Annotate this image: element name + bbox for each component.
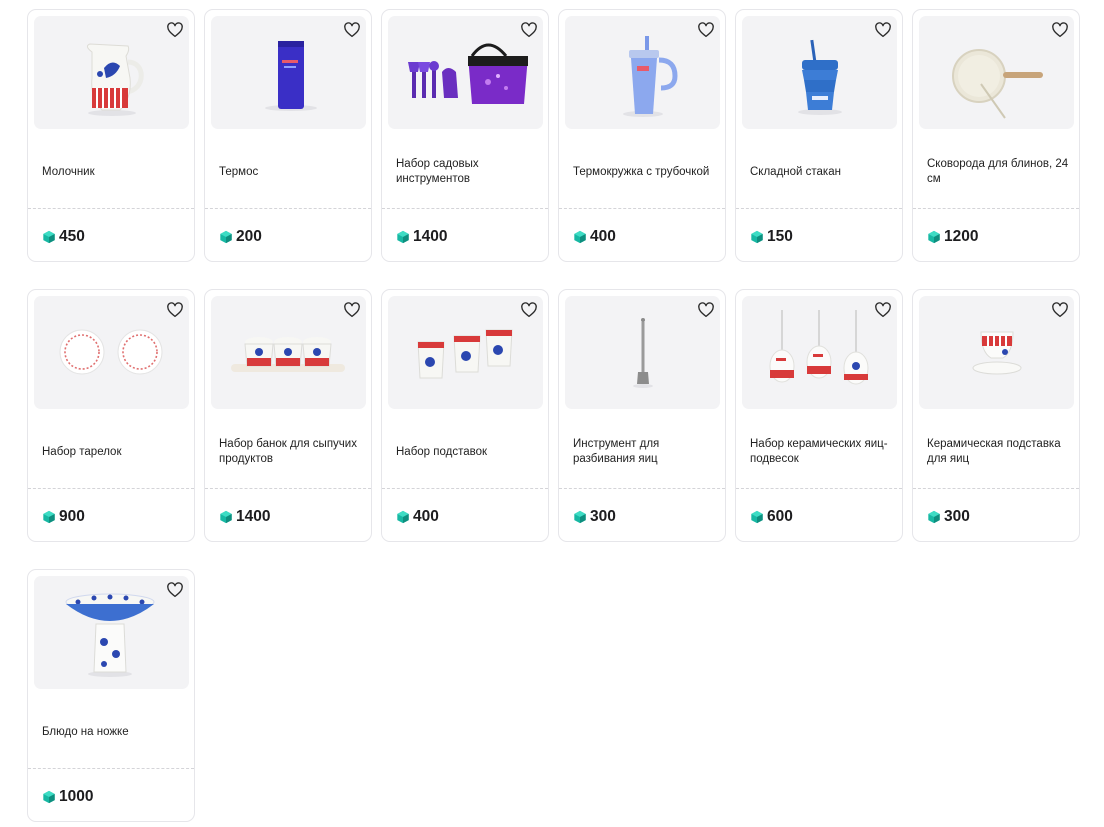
favorite-heart-icon[interactable] bbox=[874, 301, 892, 319]
favorite-heart-icon[interactable] bbox=[166, 21, 184, 39]
price-value: 1200 bbox=[944, 228, 979, 245]
product-card[interactable]: Набор банок для сыпучих продуктов 1400 bbox=[204, 289, 372, 542]
product-name: Набор банок для сыпучих продуктов bbox=[219, 438, 357, 465]
divider bbox=[913, 208, 1079, 209]
price-value: 200 bbox=[236, 228, 262, 245]
product-price: 900 bbox=[42, 508, 85, 526]
divider bbox=[382, 488, 548, 489]
favorite-heart-icon[interactable] bbox=[1051, 21, 1069, 39]
favorite-heart-icon[interactable] bbox=[520, 21, 538, 39]
divider bbox=[913, 488, 1079, 489]
product-card[interactable]: Набор садовых инструментов 1400 bbox=[381, 9, 549, 262]
product-card[interactable]: Сковорода для блинов, 24 см 1200 bbox=[912, 9, 1080, 262]
divider bbox=[559, 208, 725, 209]
product-name: Набор тарелок bbox=[42, 445, 122, 458]
price-value: 400 bbox=[590, 228, 616, 245]
gem-icon bbox=[928, 510, 940, 524]
favorite-heart-icon[interactable] bbox=[343, 301, 361, 319]
product-name: Блюдо на ножке bbox=[42, 725, 129, 738]
gem-icon bbox=[397, 230, 409, 244]
gem-icon bbox=[574, 230, 586, 244]
divider bbox=[205, 208, 371, 209]
divider bbox=[205, 488, 371, 489]
product-card[interactable]: Складной стакан 150 bbox=[735, 9, 903, 262]
product-name: Молочник bbox=[42, 165, 95, 178]
favorite-heart-icon[interactable] bbox=[1051, 301, 1069, 319]
divider bbox=[736, 208, 902, 209]
favorite-heart-icon[interactable] bbox=[166, 301, 184, 319]
favorite-heart-icon[interactable] bbox=[520, 301, 538, 319]
gem-icon bbox=[43, 510, 55, 524]
divider bbox=[736, 488, 902, 489]
divider bbox=[28, 488, 194, 489]
favorite-heart-icon[interactable] bbox=[697, 301, 715, 319]
gem-icon bbox=[751, 230, 763, 244]
product-name: Набор садовых инструментов bbox=[396, 158, 479, 185]
product-card[interactable]: Керамическая подставка для яиц 300 bbox=[912, 289, 1080, 542]
divider bbox=[382, 208, 548, 209]
divider bbox=[559, 488, 725, 489]
product-name: Инструмент для разбивания яиц bbox=[573, 438, 660, 465]
price-value: 300 bbox=[590, 508, 616, 525]
gem-icon bbox=[43, 790, 55, 804]
product-price: 600 bbox=[750, 508, 793, 526]
product-card[interactable]: Инструмент для разбивания яиц 300 bbox=[558, 289, 726, 542]
product-card[interactable]: Термокружка с трубочкой 400 bbox=[558, 9, 726, 262]
price-value: 400 bbox=[413, 508, 439, 525]
product-name: Складной стакан bbox=[750, 165, 841, 178]
product-price: 200 bbox=[219, 228, 262, 246]
favorite-heart-icon[interactable] bbox=[166, 581, 184, 599]
product-card[interactable]: Набор керамических яиц-подвесок 600 bbox=[735, 289, 903, 542]
product-grid: Молочник 450 Термос 200 Набор садовых ин… bbox=[27, 9, 1080, 822]
gem-icon bbox=[43, 230, 55, 244]
product-price: 1000 bbox=[42, 788, 93, 806]
product-price: 400 bbox=[396, 508, 439, 526]
divider bbox=[28, 208, 194, 209]
product-name: Набор подставок bbox=[396, 445, 488, 458]
price-value: 300 bbox=[944, 508, 970, 525]
product-name: Сковорода для блинов, 24 см bbox=[927, 158, 1069, 185]
product-name: Керамическая подставка для яиц bbox=[927, 438, 1061, 465]
price-value: 1400 bbox=[413, 228, 448, 245]
product-price: 300 bbox=[573, 508, 616, 526]
gem-icon bbox=[220, 510, 232, 524]
gem-icon bbox=[220, 230, 232, 244]
product-price: 450 bbox=[42, 228, 85, 246]
favorite-heart-icon[interactable] bbox=[874, 21, 892, 39]
product-name: Набор керамических яиц-подвесок bbox=[750, 438, 888, 465]
product-price: 150 bbox=[750, 228, 793, 246]
product-card[interactable]: Набор подставок 400 bbox=[381, 289, 549, 542]
divider bbox=[28, 768, 194, 769]
gem-icon bbox=[751, 510, 763, 524]
product-price: 400 bbox=[573, 228, 616, 246]
product-price: 1400 bbox=[219, 508, 270, 526]
product-card[interactable]: Термос 200 bbox=[204, 9, 372, 262]
product-name: Термокружка с трубочкой bbox=[573, 165, 710, 178]
favorite-heart-icon[interactable] bbox=[697, 21, 715, 39]
product-price: 300 bbox=[927, 508, 970, 526]
gem-icon bbox=[397, 510, 409, 524]
price-value: 900 bbox=[59, 508, 85, 525]
product-name: Термос bbox=[219, 165, 259, 178]
product-card[interactable]: Молочник 450 bbox=[27, 9, 195, 262]
price-value: 450 bbox=[59, 228, 85, 245]
product-price: 1200 bbox=[927, 228, 978, 246]
price-value: 150 bbox=[767, 228, 793, 245]
price-value: 600 bbox=[767, 508, 793, 525]
product-price: 1400 bbox=[396, 228, 447, 246]
gem-icon bbox=[574, 510, 586, 524]
favorite-heart-icon[interactable] bbox=[343, 21, 361, 39]
price-value: 1000 bbox=[59, 788, 94, 805]
product-card[interactable]: Набор тарелок 900 bbox=[27, 289, 195, 542]
price-value: 1400 bbox=[236, 508, 271, 525]
product-card[interactable]: Блюдо на ножке 1000 bbox=[27, 569, 195, 822]
gem-icon bbox=[928, 230, 940, 244]
